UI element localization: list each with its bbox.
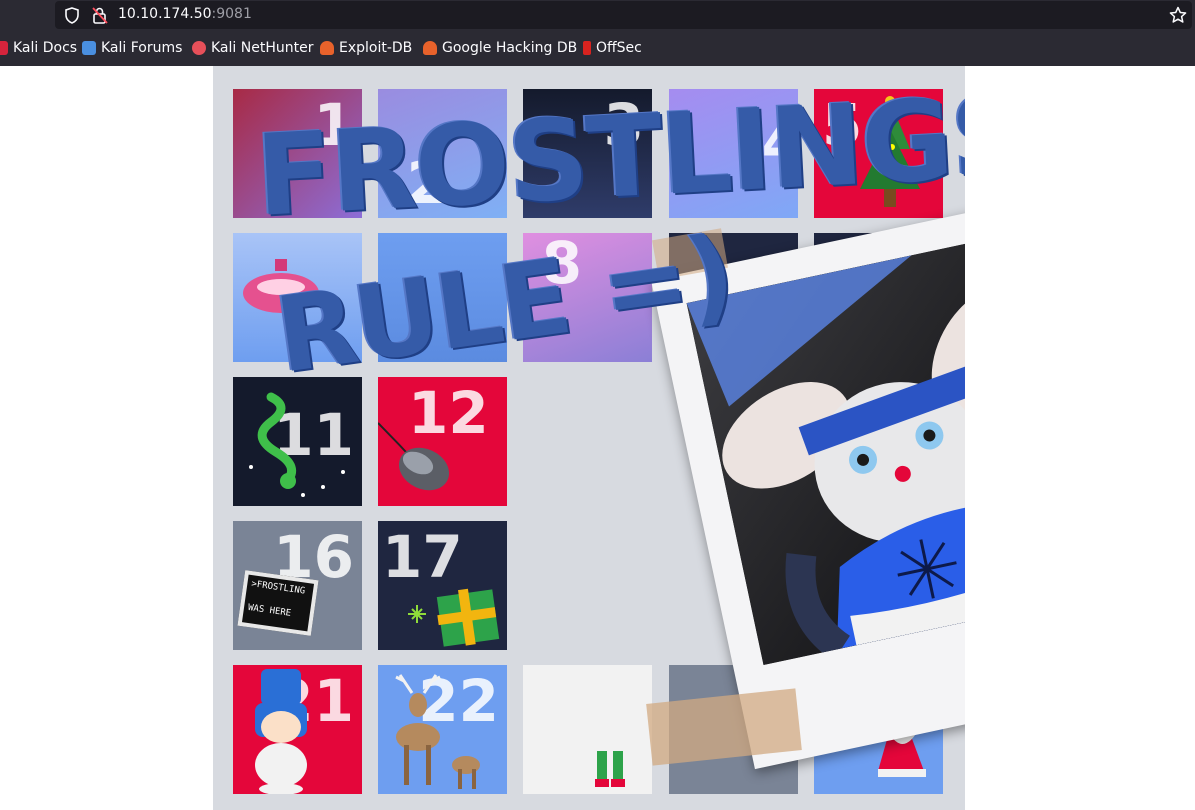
chalkboard: >FROSTLING WAS HERE [237,570,319,636]
shield-icon[interactable] [64,7,80,24]
calendar-day-11[interactable]: 11 [233,377,362,506]
kali-nethunter-icon [192,41,206,55]
nutcracker-icon [255,669,307,794]
bookmark-offsec[interactable]: OffSec [583,40,642,56]
bookmark-label: Kali Docs [13,40,78,56]
advent-calendar: 1 2 3 4 5 8 10 [213,66,965,810]
offsec-icon [583,41,591,55]
bookmark-label: Google Hacking DB [442,40,578,56]
bookmark-kali-forums[interactable]: Kali Forums [82,40,182,56]
calendar-day-22[interactable]: 22 [378,665,507,794]
lock-warning-icon[interactable] [91,6,109,24]
url-host: 10.10.174.50 [118,6,212,22]
bookmark-label: OffSec [596,40,642,56]
bookmark-exploit-db[interactable]: Exploit-DB [320,40,412,56]
bookmark-star-icon[interactable] [1169,6,1187,24]
calendar-day-21[interactable]: 21 [233,665,362,794]
ghdb-icon [423,41,437,55]
bookmarks-toolbar: Kali Docs Kali Forums Kali NetHunter Exp… [0,31,1195,67]
bookmark-google-hacking-db[interactable]: Google Hacking DB [423,40,577,56]
mouse-icon [378,422,450,491]
bookmark-label: Kali Forums [101,40,183,56]
reindeer-icon [395,674,480,789]
bookmark-kali-nethunter[interactable]: Kali NetHunter [192,40,313,56]
kali-docs-icon [0,41,8,55]
elf-legs-icon [595,751,625,787]
url-port: :9081 [211,6,252,22]
calendar-day-17[interactable]: 17 [378,521,507,650]
chalkboard-line-2: WAS HERE [247,602,292,619]
calendar-day-12[interactable]: 12 [378,377,507,506]
snake-icon [249,392,345,497]
bookmark-label: Exploit-DB [339,40,413,56]
bookmark-label: Kali NetHunter [211,40,314,56]
calendar-day-16[interactable]: 16 >FROSTLING WAS HERE [233,521,362,650]
bookmark-kali-docs[interactable]: Kali Docs [0,40,77,56]
page-content: 1 2 3 4 5 8 10 [0,66,1195,810]
url-bar: 10.10.174.50:9081 [0,0,1195,31]
exploit-db-icon [320,41,334,55]
chalkboard-line-1: >FROSTLING [250,579,306,597]
kali-forums-icon [82,41,96,55]
gift-icon [408,588,500,647]
url-text[interactable]: 10.10.174.50:9081 [118,6,252,22]
calendar-day-23[interactable] [523,665,652,794]
